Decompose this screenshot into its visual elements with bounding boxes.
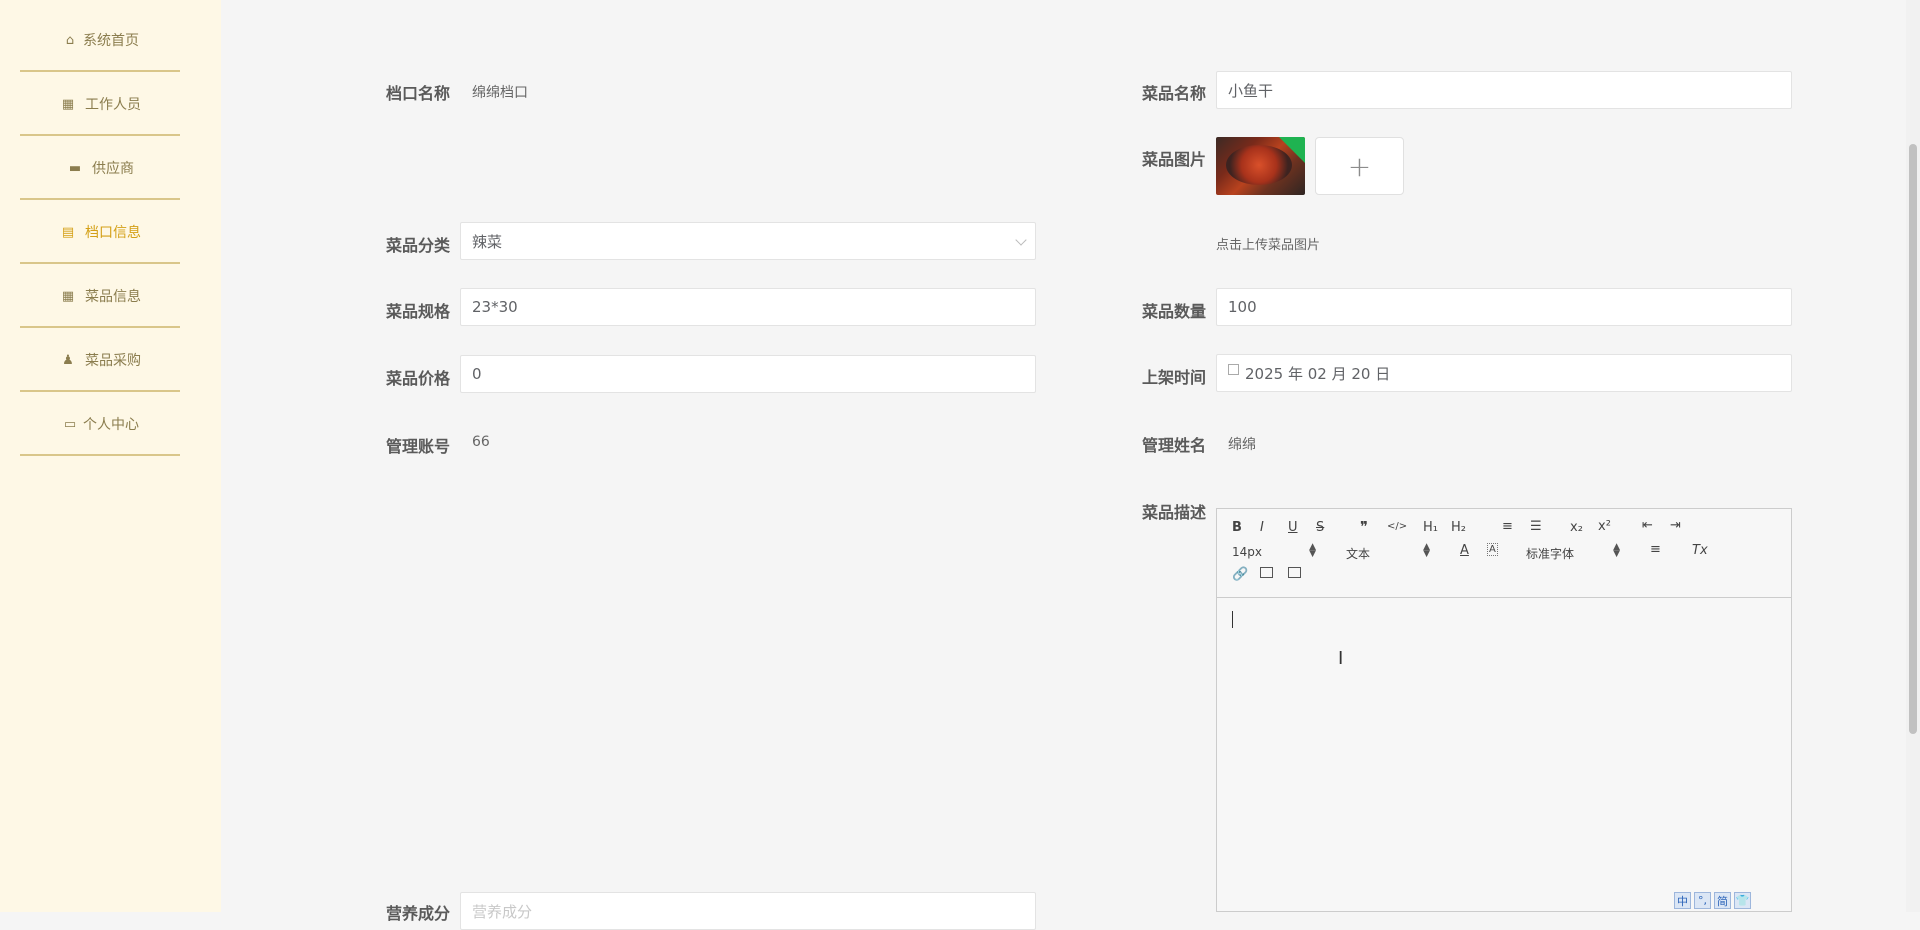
video-icon[interactable] xyxy=(1288,567,1301,578)
shelf-time-value: 2025 年 02 月 20 日 xyxy=(1245,364,1391,383)
align-icon[interactable]: ≡ xyxy=(1650,542,1661,557)
ime-punctuation-button[interactable]: °, xyxy=(1694,892,1711,909)
stall-name-label: 档口名称 xyxy=(385,84,450,103)
plus-icon: + xyxy=(1347,149,1372,183)
dish-name-input[interactable]: 小鱼干 xyxy=(1216,71,1792,109)
sidebar-item-label: 个人中心 xyxy=(83,417,139,433)
blockquote-icon[interactable]: ❞ xyxy=(1360,518,1368,536)
calendar-icon xyxy=(1228,363,1239,375)
indent-icon[interactable]: ⇥ xyxy=(1670,518,1681,533)
sidebar-item-label: 工作人员 xyxy=(85,97,141,113)
upload-hint: 点击上传菜品图片 xyxy=(1216,238,1321,253)
background-color-icon[interactable]: A xyxy=(1487,543,1498,556)
quantity-value: 100 xyxy=(1228,298,1257,316)
editor-toolbar: B I U S ❞ </> H₁ H₂ ≡ ☰ x₂ x² ⇤ ⇥ 14px ▲… xyxy=(1217,509,1791,598)
format-value: 文本 xyxy=(1346,547,1371,561)
header-2-icon[interactable]: H₂ xyxy=(1451,520,1466,535)
sidebar-item-label: 菜品采购 xyxy=(85,353,141,369)
clipboard-icon: ▤ xyxy=(61,224,75,240)
nutrition-placeholder: 营养成分 xyxy=(472,902,533,921)
dish-name-value: 小鱼干 xyxy=(1228,81,1274,100)
price-label: 菜品价格 xyxy=(385,369,450,388)
stall-name-value: 绵绵档口 xyxy=(472,85,528,101)
picker-arrow-icon: ▲ ▼ xyxy=(1423,542,1430,559)
sidebar-item-home[interactable]: ⌂ 系统首页 xyxy=(20,10,180,72)
link-icon[interactable]: 🔗 xyxy=(1232,567,1248,582)
underline-icon[interactable]: U xyxy=(1288,520,1298,535)
sidebar-item-label: 菜品信息 xyxy=(85,289,141,305)
grid-icon: ▦ xyxy=(61,288,75,304)
outdent-icon[interactable]: ⇤ xyxy=(1642,518,1653,533)
category-value: 辣菜 xyxy=(472,232,503,251)
ime-simplified-button[interactable]: 简 xyxy=(1714,892,1731,909)
manager-name-label: 管理姓名 xyxy=(1141,436,1206,455)
manager-account-label: 管理账号 xyxy=(385,437,450,456)
sidebar-item-profile[interactable]: ▭ 个人中心 xyxy=(20,394,180,456)
ime-chinese-button[interactable]: 中 xyxy=(1674,892,1691,909)
nutrition-input[interactable]: 营养成分 xyxy=(460,892,1036,930)
uploaded-badge xyxy=(1279,137,1305,163)
shelf-time-input[interactable]: 2025 年 02 月 20 日 xyxy=(1216,354,1792,392)
superscript-icon[interactable]: x² xyxy=(1598,519,1611,534)
font-family-value: 标准字体 xyxy=(1526,547,1575,561)
price-value: 0 xyxy=(472,365,482,383)
scrollbar-thumb[interactable] xyxy=(1909,144,1917,734)
manager-account-value: 66 xyxy=(472,434,490,450)
sidebar-item-staff[interactable]: ▦ 工作人员 xyxy=(20,74,180,136)
category-label: 菜品分类 xyxy=(385,236,450,255)
ordered-list-icon[interactable]: ≡ xyxy=(1502,519,1513,534)
quantity-input[interactable]: 100 xyxy=(1216,288,1792,326)
picker-arrow-icon: ▲ ▼ xyxy=(1613,542,1620,559)
page-scrollbar[interactable] xyxy=(1906,0,1920,912)
manager-name-value: 绵绵 xyxy=(1228,437,1256,453)
quantity-label: 菜品数量 xyxy=(1141,302,1206,321)
sidebar-item-dish-purchase[interactable]: ♟ 菜品采购 xyxy=(20,330,180,392)
grid-icon: ▦ xyxy=(61,96,75,112)
card-icon: ▭ xyxy=(63,416,77,432)
sidebar-item-label: 供应商 xyxy=(92,161,134,177)
dish-thumbnail[interactable] xyxy=(1216,137,1305,195)
sidebar-item-label: 档口信息 xyxy=(85,225,141,241)
font-family-picker[interactable]: 标准字体 ▲ ▼ xyxy=(1526,542,1620,562)
spec-input[interactable]: 23*30 xyxy=(460,288,1036,326)
ime-skin-button[interactable]: 👕 xyxy=(1734,892,1751,909)
subscript-icon[interactable]: x₂ xyxy=(1570,520,1583,535)
picker-arrow-icon: ▲ ▼ xyxy=(1309,542,1316,559)
sidebar-item-dish-info[interactable]: ▦ 菜品信息 xyxy=(20,266,180,328)
header-1-icon[interactable]: H₁ xyxy=(1423,520,1438,535)
nutrition-label: 营养成分 xyxy=(385,904,450,923)
home-icon: ⌂ xyxy=(65,32,75,48)
font-size-value: 14px xyxy=(1232,545,1262,559)
dish-name-label: 菜品名称 xyxy=(1141,84,1206,103)
bold-icon[interactable]: B xyxy=(1232,520,1242,535)
price-input[interactable]: 0 xyxy=(460,355,1036,393)
category-select[interactable]: 辣菜 xyxy=(460,222,1036,260)
spec-value: 23*30 xyxy=(472,298,518,316)
image-icon[interactable] xyxy=(1260,567,1273,578)
rich-text-editor: B I U S ❞ </> H₁ H₂ ≡ ☰ x₂ x² ⇤ ⇥ 14px ▲… xyxy=(1216,508,1792,912)
ime-toolbar: 中 °, 简 👕 xyxy=(1674,892,1751,909)
spec-label: 菜品规格 xyxy=(385,302,450,321)
clean-format-icon[interactable]: Tx xyxy=(1692,543,1708,558)
text-caret xyxy=(1232,611,1233,628)
sidebar-item-stall-info[interactable]: ▤ 档口信息 xyxy=(20,202,180,264)
dish-image-label: 菜品图片 xyxy=(1141,150,1206,169)
shelf-time-label: 上架时间 xyxy=(1141,368,1206,387)
text-color-icon[interactable]: A xyxy=(1460,543,1469,558)
bullet-list-icon[interactable]: ☰ xyxy=(1530,519,1542,534)
user-icon: ♟ xyxy=(62,352,74,368)
ibeam-cursor-icon: I xyxy=(1338,648,1344,669)
chevron-down-icon xyxy=(1015,234,1027,246)
font-size-picker[interactable]: 14px ▲ ▼ xyxy=(1232,542,1316,560)
italic-icon[interactable]: I xyxy=(1260,520,1264,535)
sidebar-item-supplier[interactable]: ▬ 供应商 xyxy=(20,138,180,200)
format-picker[interactable]: 文本 ▲ ▼ xyxy=(1346,542,1430,562)
sidebar: ⌂ 系统首页 ▦ 工作人员 ▬ 供应商 ▤ 档口信息 ▦ 菜品信息 ♟ 菜品采购… xyxy=(0,0,221,912)
strike-icon[interactable]: S xyxy=(1316,520,1324,535)
briefcase-icon: ▬ xyxy=(68,160,82,176)
code-block-icon[interactable]: </> xyxy=(1387,521,1407,532)
sidebar-item-label: 系统首页 xyxy=(83,33,139,49)
description-label: 菜品描述 xyxy=(1141,503,1206,522)
upload-image-button[interactable]: + xyxy=(1315,137,1404,195)
